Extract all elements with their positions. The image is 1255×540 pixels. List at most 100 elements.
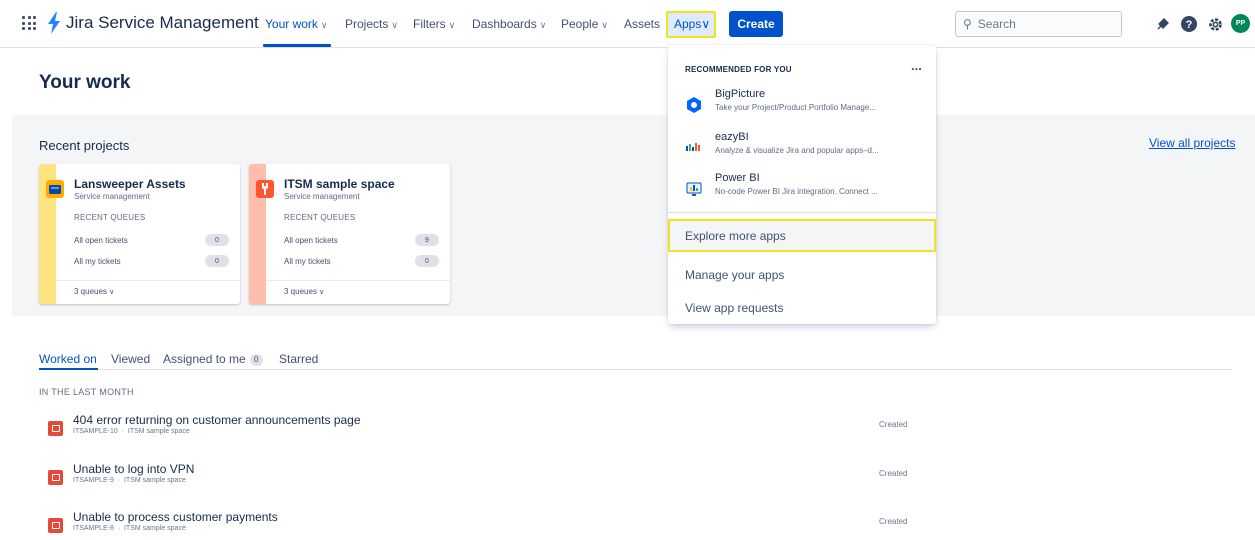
menu-item-bigpicture[interactable]: BigPicture Take your Project/Product Por… — [668, 88, 936, 128]
issue-status: Created — [879, 420, 908, 429]
project-name[interactable]: Lansweeper Assets — [74, 177, 186, 191]
menu-item-view-app-requests[interactable]: View app requests — [685, 301, 784, 315]
queue-count: 0 — [415, 255, 439, 267]
issue-project: ITSM sample space — [127, 428, 190, 435]
app-name: BigPicture — [715, 88, 766, 100]
issue-type-icon — [48, 470, 63, 485]
user-avatar[interactable]: PP — [1231, 14, 1250, 33]
queues-dropdown-label: 3 queues — [74, 287, 107, 296]
power-bi-icon — [685, 180, 703, 198]
app-description: Analyze & visualize Jira and popular app… — [715, 146, 879, 155]
queues-dropdown-label: 3 queues — [284, 287, 317, 296]
active-nav-indicator — [263, 44, 331, 47]
queue-label: All my tickets — [284, 256, 331, 266]
queue-count: 0 — [205, 255, 229, 267]
issue-title[interactable]: Unable to log into VPN — [73, 462, 194, 476]
queue-row[interactable]: All open tickets 9 — [284, 234, 439, 246]
jira-logo-icon[interactable] — [46, 12, 62, 34]
issue-title[interactable]: Unable to process customer payments — [73, 510, 278, 524]
menu-item-explore-more-apps[interactable]: Explore more apps — [668, 219, 936, 252]
menu-item-manage-apps[interactable]: Manage your apps — [685, 268, 784, 282]
bigpicture-icon — [685, 96, 703, 114]
issue-project: ITSM sample space — [123, 477, 186, 484]
project-type: Service management — [74, 192, 150, 201]
tab-worked-on[interactable]: Worked on — [39, 352, 97, 366]
assigned-count-badge: 0 — [249, 353, 263, 366]
nav-filters-label: Filters — [413, 17, 446, 31]
create-button[interactable]: Create — [729, 11, 783, 37]
queue-label: All my tickets — [74, 256, 121, 266]
queue-row[interactable]: All my tickets 0 — [74, 255, 229, 267]
recent-queues-label: RECENT QUEUES — [74, 213, 146, 222]
issue-key: ITSAMPLE-8 — [73, 525, 114, 532]
issue-type-icon — [48, 518, 63, 533]
list-item[interactable]: Unable to log into VPN ITSAMPLE-9 · ITSM… — [39, 462, 1232, 492]
tab-assigned-label: Assigned to me — [163, 352, 246, 366]
queue-count: 9 — [415, 234, 439, 246]
chevron-down-icon: ∨ — [319, 289, 325, 296]
project-name[interactable]: ITSM sample space — [284, 177, 395, 191]
issue-status: Created — [879, 517, 908, 526]
list-item[interactable]: Unable to process customer payments ITSA… — [39, 510, 1232, 540]
tab-assigned-to-me[interactable]: Assigned to me 0 — [163, 352, 263, 366]
nav-your-work[interactable]: Your work ∨ — [265, 17, 328, 31]
apps-dropdown-menu: RECOMMENDED FOR YOU ... BigPicture Take … — [668, 45, 936, 324]
queues-dropdown[interactable]: 3 queues ∨ — [74, 287, 114, 296]
issue-key: ITSAMPLE-9 — [73, 477, 114, 484]
top-navigation: Jira Service Management Your work ∨ Proje… — [0, 0, 1255, 48]
project-card-itsm[interactable]: ITSM sample space Service management REC… — [249, 164, 450, 304]
issue-meta: ITSAMPLE-8 · ITSM sample space — [73, 525, 186, 532]
product-title[interactable]: Jira Service Management — [66, 13, 259, 33]
queue-label: All open tickets — [284, 235, 338, 245]
tab-starred[interactable]: Starred — [279, 352, 318, 366]
svg-text:?: ? — [1186, 19, 1193, 31]
nav-apps[interactable]: Apps∨ — [674, 17, 710, 31]
view-all-projects-link[interactable]: View all projects — [1149, 136, 1235, 150]
recent-queues-label: RECENT QUEUES — [284, 213, 356, 222]
app-switcher-icon[interactable] — [22, 16, 36, 30]
list-item[interactable]: 404 error returning on customer announce… — [39, 413, 1232, 443]
settings-gear-icon[interactable] — [1204, 13, 1226, 35]
nav-filters[interactable]: Filters ∨ — [413, 17, 455, 31]
search-input[interactable]: ⚲ Search — [955, 11, 1122, 37]
app-name: Power BI — [715, 172, 760, 184]
nav-people[interactable]: People ∨ — [561, 17, 608, 31]
menu-item-power-bi[interactable]: Power BI No-code Power BI Jira integrati… — [668, 172, 936, 212]
tab-viewed[interactable]: Viewed — [111, 352, 150, 366]
nav-assets[interactable]: Assets — [624, 17, 660, 31]
eazybi-icon — [685, 139, 703, 157]
itsm-project-icon — [256, 180, 274, 198]
notifications-icon[interactable] — [1152, 13, 1174, 35]
app-name: eazyBI — [715, 131, 749, 143]
issue-title[interactable]: 404 error returning on customer announce… — [73, 413, 361, 427]
search-icon: ⚲ — [963, 17, 972, 31]
nav-projects[interactable]: Projects ∨ — [345, 17, 398, 31]
chevron-down-icon: ∨ — [109, 289, 115, 296]
nav-dashboards[interactable]: Dashboards ∨ — [472, 17, 546, 31]
nav-your-work-label: Your work — [265, 17, 318, 31]
queue-row[interactable]: All open tickets 0 — [74, 234, 229, 246]
issue-meta: ITSAMPLE-9 · ITSM sample space — [73, 477, 186, 484]
queue-row[interactable]: All my tickets 0 — [284, 255, 439, 267]
chevron-down-icon: ∨ — [320, 20, 328, 30]
queue-label: All open tickets — [74, 235, 128, 245]
issue-project: ITSM sample space — [123, 525, 186, 532]
active-tab-indicator — [39, 368, 98, 370]
nav-apps-label: Apps — [674, 17, 702, 31]
menu-divider — [668, 212, 936, 213]
issue-status: Created — [879, 469, 908, 478]
menu-item-eazybi[interactable]: eazyBI Analyze & visualize Jira and popu… — [668, 131, 936, 171]
recent-projects-title: Recent projects — [39, 138, 130, 153]
issue-meta: ITSAMPLE-10 · ITSM sample space — [73, 428, 190, 435]
nav-people-label: People — [561, 17, 599, 31]
queues-dropdown[interactable]: 3 queues ∨ — [284, 287, 324, 296]
explore-more-apps-label: Explore more apps — [685, 229, 786, 243]
chevron-down-icon: ∨ — [539, 20, 547, 30]
lansweeper-project-icon — [46, 180, 64, 198]
help-icon[interactable]: ? — [1178, 13, 1200, 35]
issue-type-icon — [48, 421, 63, 436]
chevron-down-icon: ∨ — [601, 20, 608, 30]
queue-count: 0 — [205, 234, 229, 246]
project-card-lansweeper[interactable]: Lansweeper Assets Service management REC… — [39, 164, 240, 304]
more-options-icon[interactable]: ... — [911, 58, 922, 73]
